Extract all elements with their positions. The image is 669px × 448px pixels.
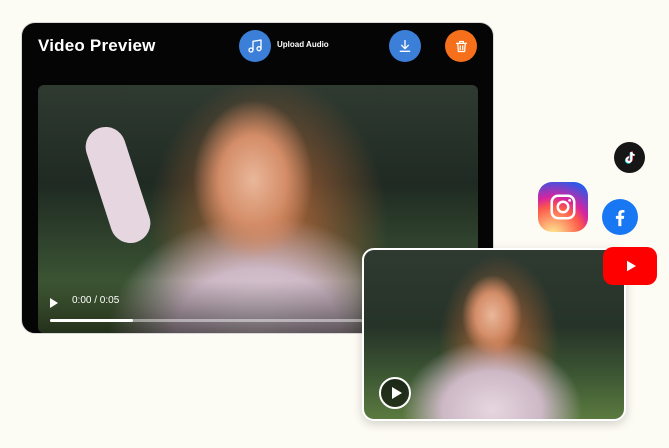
- instagram-icon[interactable]: [538, 182, 588, 232]
- panel-title: Video Preview: [38, 36, 156, 55]
- play-icon: [391, 387, 402, 399]
- play-button[interactable]: [379, 377, 411, 409]
- tiktok-icon[interactable]: [614, 142, 645, 173]
- youtube-icon[interactable]: [603, 247, 657, 285]
- facebook-icon[interactable]: [602, 199, 638, 235]
- facebook-f-shape: [615, 209, 625, 227]
- play-icon[interactable]: [50, 298, 58, 308]
- delete-button[interactable]: [445, 30, 477, 62]
- music-note-icon: [248, 39, 262, 53]
- progress-fill: [50, 319, 133, 322]
- download-icon: [399, 40, 411, 52]
- trash-icon: [455, 40, 467, 52]
- upload-audio-button[interactable]: [239, 30, 271, 62]
- youtube-play-shape: [627, 260, 636, 272]
- instagram-camera-shape: [550, 194, 576, 220]
- video-thumbnail-card[interactable]: [362, 248, 626, 421]
- video-frame-figure: [80, 121, 156, 249]
- upload-audio-label[interactable]: Upload Audio: [277, 40, 329, 49]
- tiktok-note-shape: [624, 150, 635, 164]
- time-display: 0:00 / 0:05: [72, 295, 120, 306]
- download-button[interactable]: [389, 30, 421, 62]
